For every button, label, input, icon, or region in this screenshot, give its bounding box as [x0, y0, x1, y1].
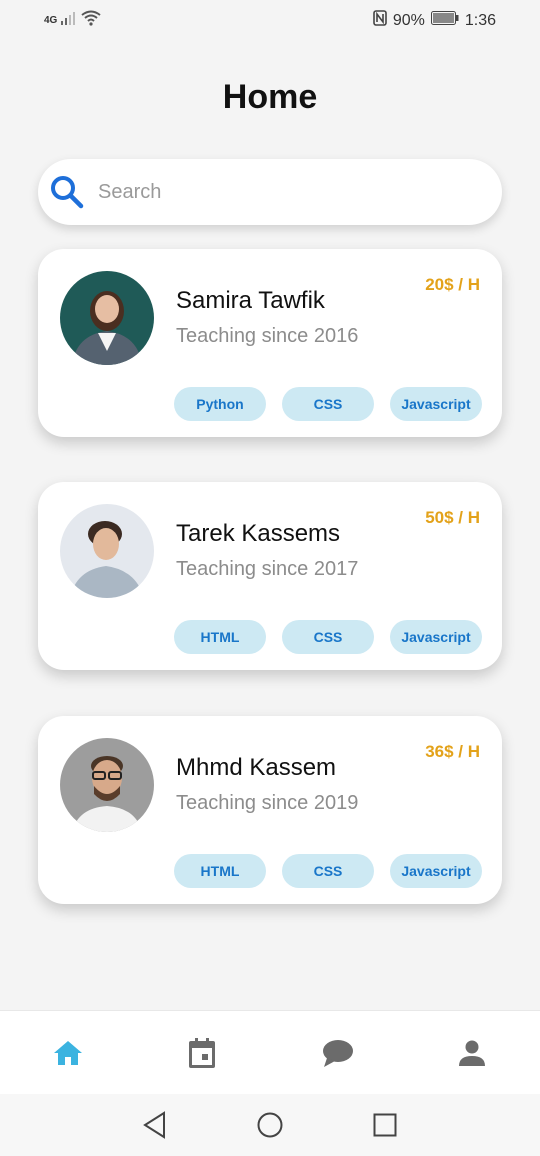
calendar-icon[interactable] — [187, 1037, 217, 1074]
skill-tag[interactable]: HTML — [174, 854, 266, 888]
tutor-name: Samira Tawfik — [176, 287, 325, 314]
tutor-card[interactable]: Mhmd Kassem Teaching since 2019 36$ / H … — [38, 716, 502, 904]
nfc-icon — [373, 10, 387, 31]
skill-tag[interactable]: Javascript — [390, 387, 482, 421]
nav-home[interactable] — [48, 1035, 88, 1075]
skill-tag[interactable]: HTML — [174, 620, 266, 654]
search-input[interactable] — [96, 179, 460, 205]
tutor-card[interactable]: Samira Tawfik Teaching since 2016 20$ / … — [38, 249, 502, 437]
nav-calendar[interactable] — [182, 1035, 222, 1075]
skill-tags: Python CSS Javascript — [174, 387, 482, 421]
chat-icon[interactable] — [322, 1038, 354, 1073]
network-type: 4G — [44, 15, 58, 26]
skill-tag[interactable]: Javascript — [390, 854, 482, 888]
home-circle-icon[interactable] — [255, 1110, 285, 1140]
skill-tag[interactable]: CSS — [282, 387, 374, 421]
page-title: Home — [222, 78, 318, 116]
skill-tags: HTML CSS Javascript — [174, 620, 482, 654]
person-icon[interactable] — [458, 1039, 486, 1072]
avatar — [60, 504, 154, 598]
skill-tag[interactable]: CSS — [282, 620, 374, 654]
system-nav-bar — [0, 1094, 540, 1156]
nav-chat[interactable] — [318, 1035, 358, 1075]
avatar — [60, 271, 154, 365]
hourly-rate: 36$ / H — [425, 742, 480, 761]
search-icon[interactable] — [50, 175, 84, 209]
bottom-nav — [0, 1010, 540, 1095]
teaching-since: Teaching since 2016 — [176, 325, 359, 347]
battery-icon — [430, 11, 459, 30]
search-bar[interactable] — [38, 159, 502, 225]
hourly-rate: 20$ / H — [425, 275, 480, 294]
tutor-card[interactable]: Tarek Kassems Teaching since 2017 50$ / … — [38, 482, 502, 670]
hourly-rate: 50$ / H — [425, 508, 480, 527]
home-icon[interactable] — [52, 1039, 84, 1072]
skill-tag[interactable]: Javascript — [390, 620, 482, 654]
teaching-since: Teaching since 2019 — [176, 792, 359, 814]
skill-tag[interactable]: Python — [174, 387, 266, 421]
teaching-since: Teaching since 2017 — [176, 558, 359, 580]
status-right: 90% 1:36 — [373, 10, 496, 31]
skill-tags: HTML CSS Javascript — [174, 854, 482, 888]
status-bar: 4G 90% 1:36 — [0, 0, 540, 40]
status-left: 4G — [44, 10, 101, 31]
avatar — [60, 738, 154, 832]
signal-icon — [61, 11, 77, 30]
battery-percent: 90% — [392, 11, 425, 29]
recents-square-icon[interactable] — [370, 1110, 400, 1140]
wifi-icon — [81, 10, 101, 31]
nav-profile[interactable] — [452, 1035, 492, 1075]
clock: 1:36 — [464, 11, 496, 29]
tutor-name: Tarek Kassems — [176, 520, 341, 547]
skill-tag[interactable]: CSS — [282, 854, 374, 888]
back-icon[interactable] — [140, 1110, 170, 1140]
tutor-name: Mhmd Kassem — [176, 754, 337, 781]
